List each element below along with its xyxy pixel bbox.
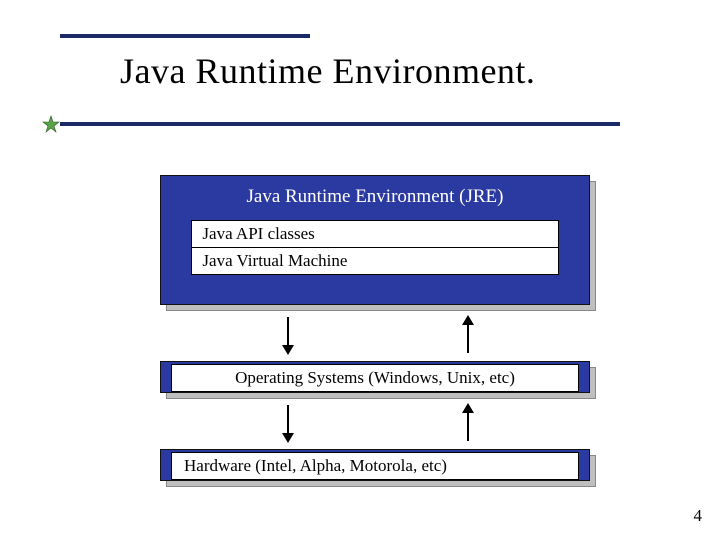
jre-block: Java Runtime Environment (JRE) Java API …	[160, 175, 590, 305]
arrow-up-icon	[460, 403, 476, 443]
jvm-label: Java Virtual Machine	[192, 248, 557, 274]
hardware-label: Hardware (Intel, Alpha, Motorola, etc)	[171, 452, 579, 480]
bullet-icon	[42, 115, 60, 133]
os-label: Operating Systems (Windows, Unix, etc)	[171, 364, 579, 392]
arrow-row-2	[160, 403, 590, 443]
architecture-diagram: Java Runtime Environment (JRE) Java API …	[160, 175, 590, 491]
jre-label: Java Runtime Environment (JRE)	[171, 182, 579, 220]
page-number: 4	[694, 506, 703, 526]
arrow-down-icon	[280, 403, 296, 443]
block-front: Operating Systems (Windows, Unix, etc)	[160, 361, 590, 393]
block-front: Java Runtime Environment (JRE) Java API …	[160, 175, 590, 305]
block-front: Hardware (Intel, Alpha, Motorola, etc)	[160, 449, 590, 481]
title-rule-top	[60, 34, 310, 38]
title-rule-bottom	[60, 122, 620, 126]
arrow-down-icon	[280, 315, 296, 355]
os-block: Operating Systems (Windows, Unix, etc)	[160, 361, 590, 393]
hardware-block: Hardware (Intel, Alpha, Motorola, etc)	[160, 449, 590, 481]
jre-inner-box: Java API classes Java Virtual Machine	[191, 220, 558, 275]
slide-title: Java Runtime Environment.	[120, 50, 535, 92]
arrow-up-icon	[460, 315, 476, 355]
slide: Java Runtime Environment. Java Runtime E…	[0, 0, 720, 540]
arrow-row-1	[160, 315, 590, 355]
api-classes-label: Java API classes	[192, 221, 557, 247]
